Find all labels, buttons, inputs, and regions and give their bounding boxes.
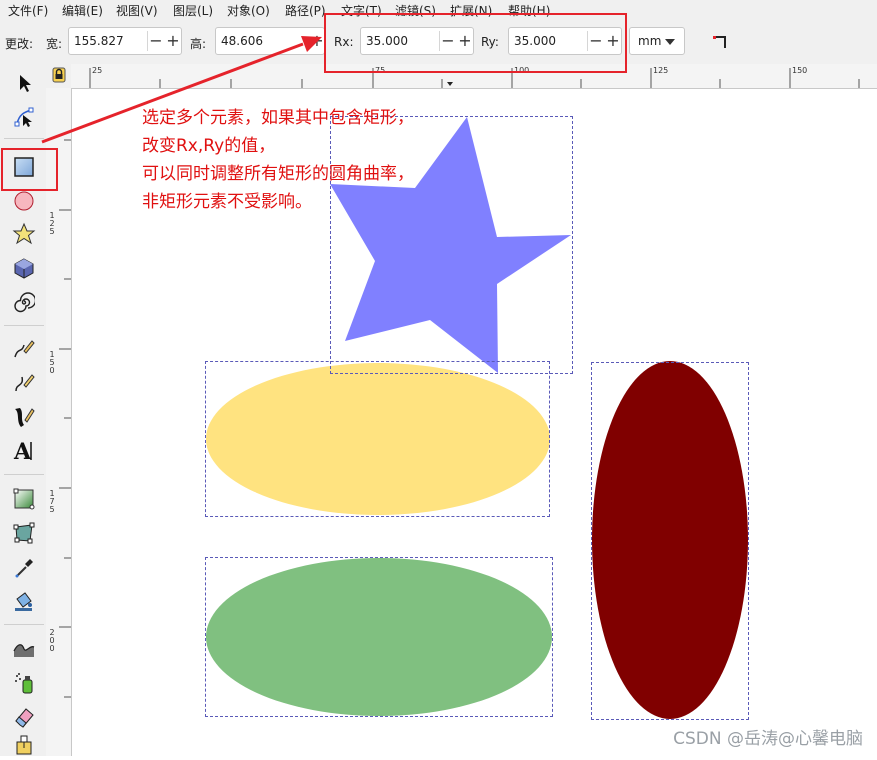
- calligraphy-tool[interactable]: [8, 402, 40, 432]
- mesh-icon: [13, 522, 35, 544]
- gradient-icon: [13, 488, 35, 510]
- menu-view[interactable]: 视图(V): [116, 2, 158, 19]
- pen-icon: [15, 374, 35, 392]
- spray-can-icon: [15, 673, 33, 694]
- width-decrease-button[interactable]: −: [149, 31, 163, 51]
- unit-select[interactable]: mm: [629, 27, 685, 55]
- pencil-icon: [14, 340, 35, 358]
- annotation-line-3: 可以同时调整所有矩形的圆角曲率，: [142, 164, 414, 184]
- text-icon: A: [13, 439, 32, 463]
- tweak-wave-icon: [13, 644, 35, 657]
- menu-layer[interactable]: 图层(L): [173, 2, 213, 19]
- svg-text:A: A: [13, 439, 32, 463]
- yellow-ellipse-selection-box: [205, 361, 550, 517]
- width-label: 宽:: [46, 37, 63, 51]
- rx-ry-highlight-box: [324, 13, 627, 73]
- text-tool[interactable]: A: [8, 436, 40, 466]
- star-tool[interactable]: [8, 219, 40, 249]
- watermark: CSDN @岳涛@心馨电脑: [673, 729, 863, 749]
- ruler-corner: [46, 64, 71, 88]
- height-value[interactable]: 48.606: [221, 34, 263, 48]
- annotation-text: 选定多个元素，如果其中包含矩形， 改变Rx,Ry的值， 可以同时调整所有矩形的圆…: [142, 104, 414, 216]
- eyedropper-icon: [15, 559, 33, 578]
- pencil-tool[interactable]: [8, 334, 40, 364]
- annotation-line-1: 选定多个元素，如果其中包含矩形，: [142, 108, 414, 128]
- calligraphy-icon: [15, 408, 35, 427]
- mesh-tool[interactable]: [8, 518, 40, 548]
- dark-red-ellipse-selection-box: [591, 362, 749, 720]
- pen-tool[interactable]: [8, 368, 40, 398]
- chevron-down-icon: [665, 39, 675, 45]
- spiral-icon: [14, 292, 35, 313]
- menu-file[interactable]: 文件(F): [8, 2, 48, 19]
- vruler-label-175: 1 7 5: [49, 489, 55, 514]
- width-increase-button[interactable]: +: [166, 31, 180, 51]
- cube-icon: [14, 258, 34, 279]
- vruler-label-200: 2 0 0: [49, 628, 55, 653]
- menu-path[interactable]: 路径(P): [285, 2, 326, 19]
- tweak-tool[interactable]: [8, 634, 40, 664]
- connector-icon: [16, 735, 32, 755]
- paint-bucket-tool[interactable]: [8, 586, 40, 616]
- unit-value: mm: [638, 34, 662, 48]
- vruler-label-150: 1 5 0: [49, 350, 55, 375]
- star-icon: [12, 222, 36, 245]
- height-increase-button[interactable]: +: [310, 31, 324, 51]
- menu-object[interactable]: 对象(O): [227, 2, 270, 19]
- lock-icon[interactable]: [52, 67, 66, 83]
- rectangle-tool-highlight-box: [1, 148, 58, 191]
- annotation-line-4: 非矩形元素不受影响。: [142, 192, 312, 212]
- height-spinbox[interactable]: 48.606 +: [215, 27, 325, 55]
- circle-icon: [14, 191, 34, 211]
- dropper-tool[interactable]: [8, 552, 40, 582]
- ruler-label-150: 150: [792, 66, 808, 75]
- width-spinbox[interactable]: 155.827 − +: [68, 27, 182, 55]
- ruler-label-125: 125: [653, 66, 669, 75]
- menu-edit[interactable]: 编辑(E): [62, 2, 103, 19]
- green-ellipse-selection-box: [205, 557, 553, 717]
- paint-bucket-icon: [15, 592, 32, 611]
- eraser-icon: [15, 708, 34, 728]
- selector-tool[interactable]: [8, 68, 40, 98]
- vruler-label-125: 1 2 5: [49, 211, 55, 236]
- eraser-tool[interactable]: [8, 702, 40, 732]
- gradient-tool[interactable]: [8, 484, 40, 514]
- width-value[interactable]: 155.827: [74, 34, 124, 48]
- node-tool[interactable]: [8, 102, 40, 132]
- node-edit-icon: [14, 107, 34, 127]
- height-label: 高:: [190, 37, 207, 51]
- annotation-line-2: 改变Rx,Ry的值，: [142, 136, 276, 156]
- make-sharp-corners-icon[interactable]: [710, 32, 730, 52]
- change-label: 更改:: [5, 37, 34, 51]
- arrow-pointer-icon: [20, 75, 31, 92]
- spray-tool[interactable]: [8, 668, 40, 698]
- ruler-label-25: 25: [92, 66, 103, 75]
- spiral-tool[interactable]: [8, 287, 40, 317]
- 3d-box-tool[interactable]: [8, 253, 40, 283]
